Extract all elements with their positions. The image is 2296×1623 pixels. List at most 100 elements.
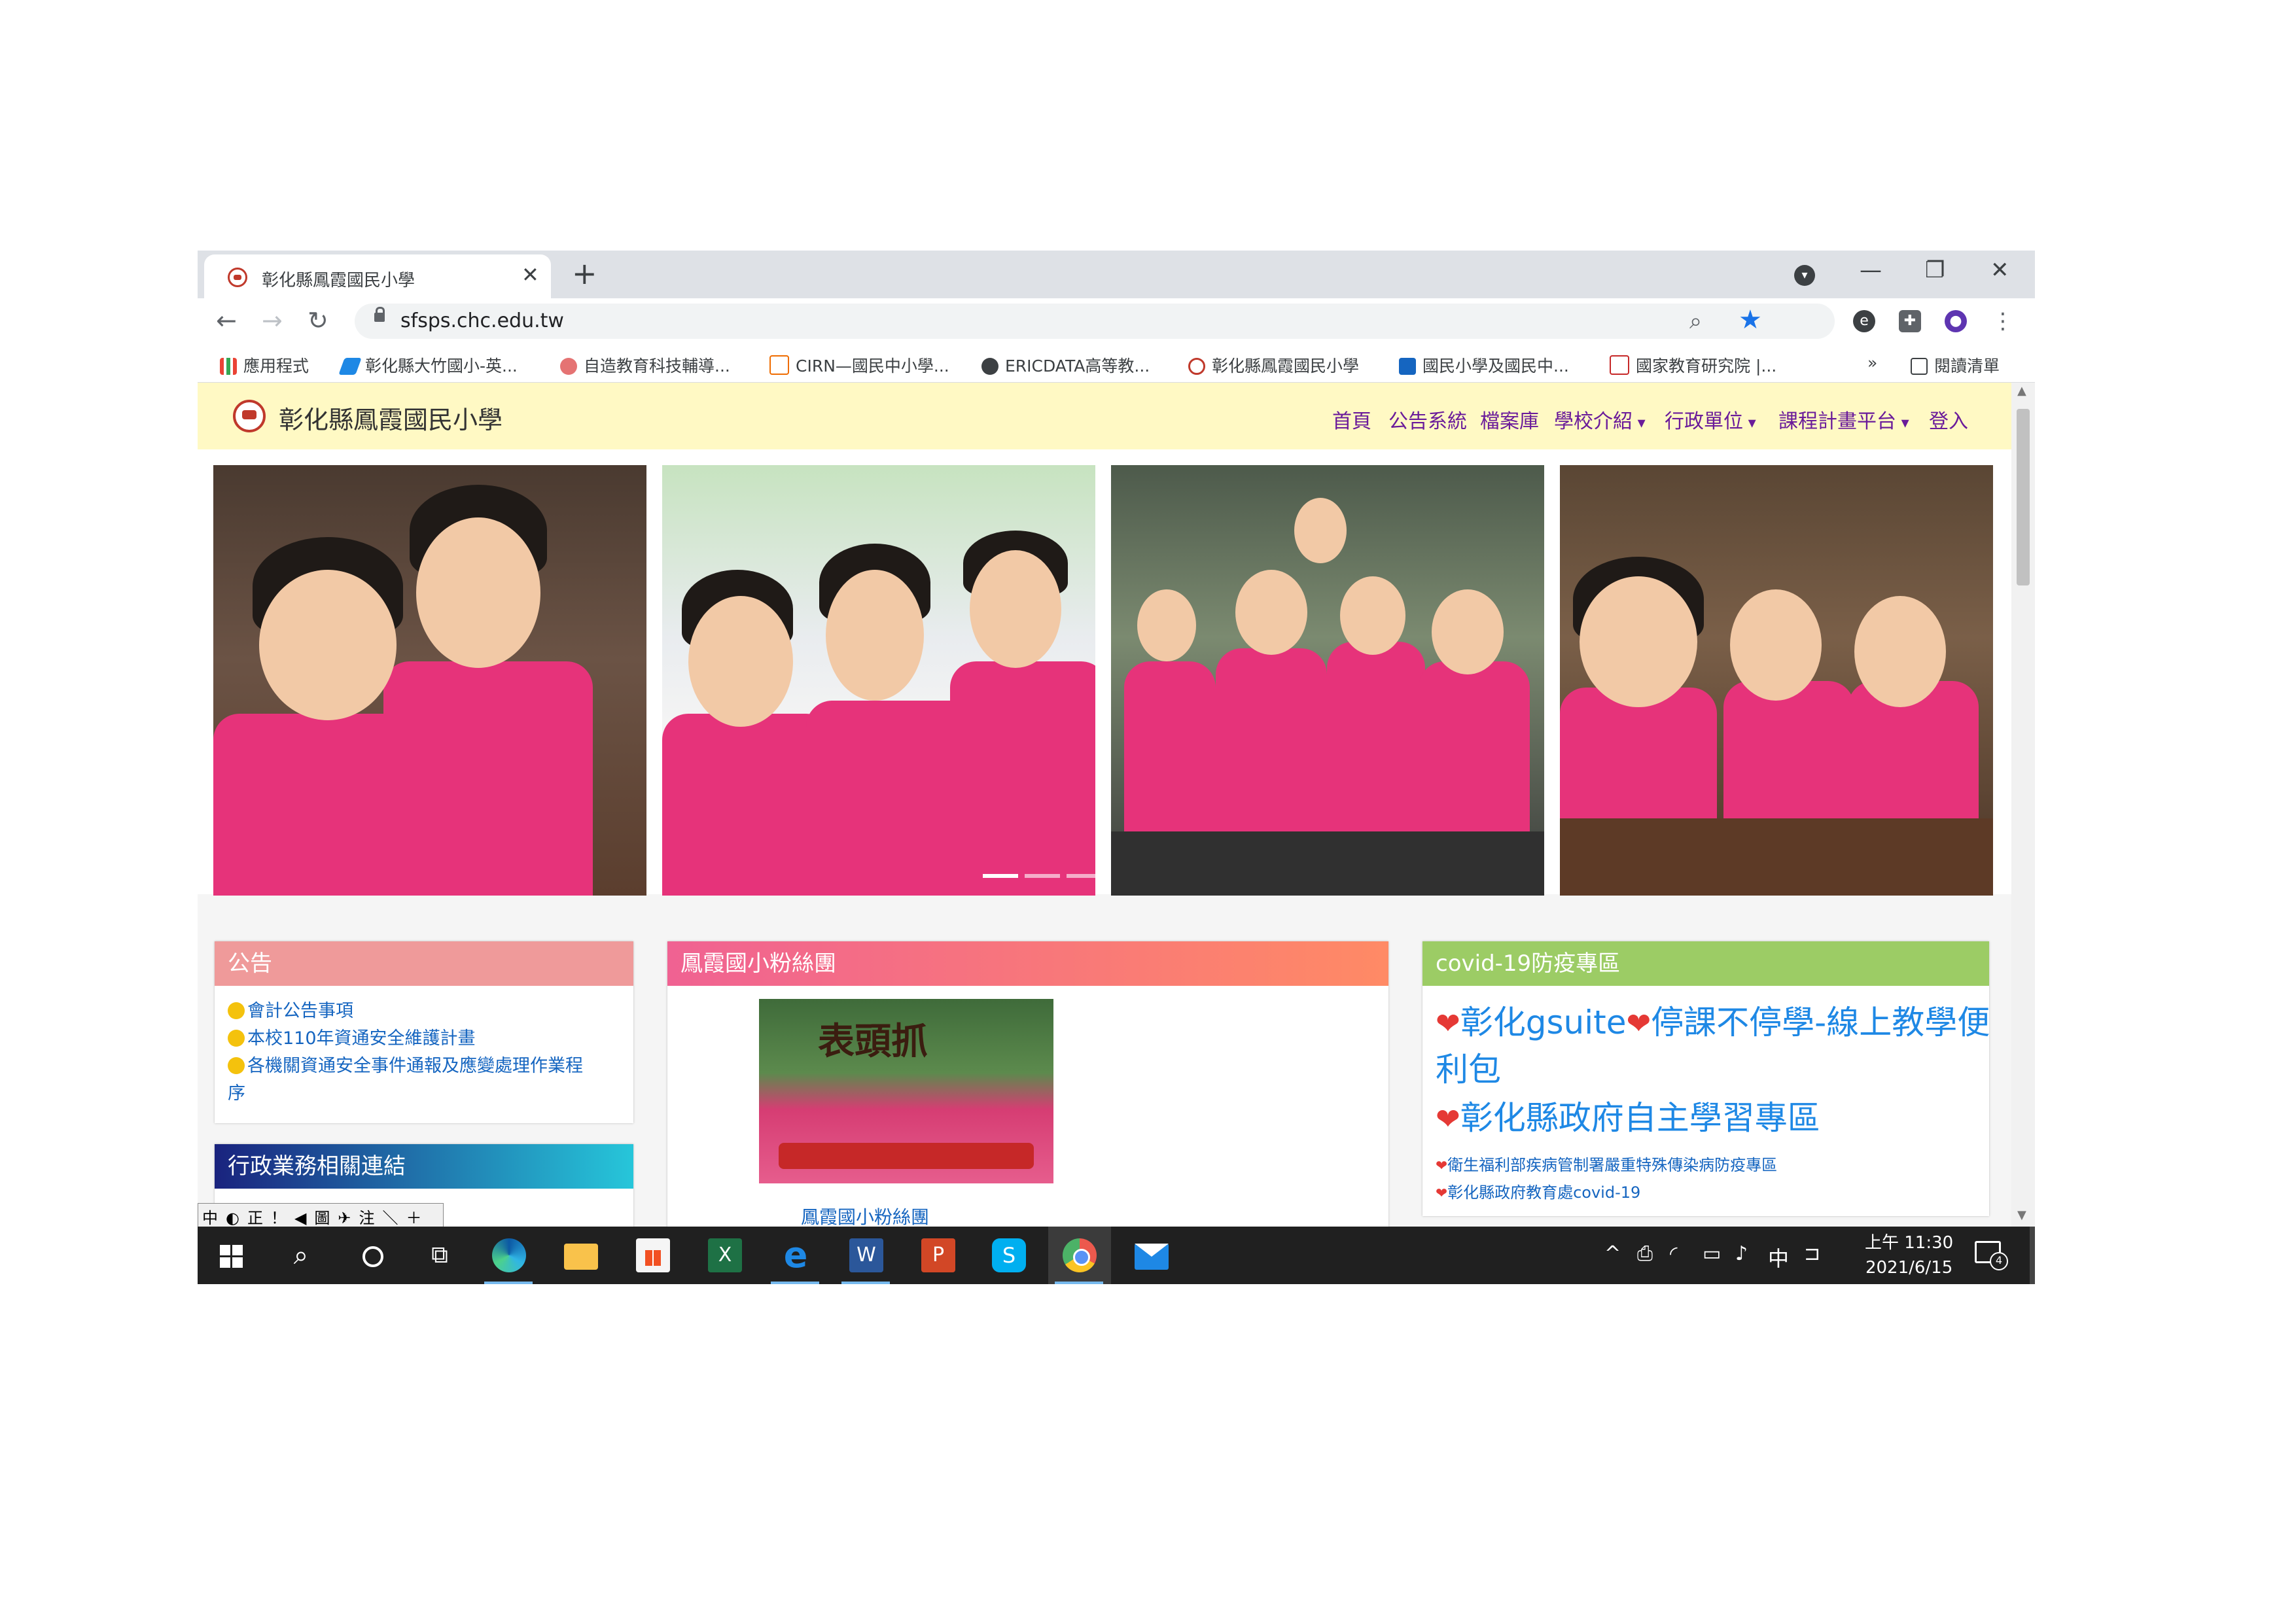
nav-admin-units[interactable]: 行政單位 xyxy=(1665,405,1756,434)
show-desktop-button[interactable] xyxy=(2030,1227,2035,1284)
carousel-indicator[interactable] xyxy=(983,874,1018,878)
input-language-indicator[interactable]: 中 xyxy=(1768,1242,1789,1272)
tab-search-icon[interactable]: ▾ xyxy=(1794,265,1815,286)
bookmark-item[interactable]: CIRN—國民中小學... xyxy=(769,353,949,377)
ime-item[interactable]: ◀ xyxy=(294,1209,306,1227)
bookmark-star-icon[interactable]: ★ xyxy=(1739,305,1762,335)
word-icon[interactable]: W xyxy=(849,1238,883,1272)
store-icon[interactable] xyxy=(636,1238,670,1272)
covid-link-gsuite-continued[interactable]: 利包 xyxy=(1436,1046,1501,1093)
ime-item[interactable]: ✈ xyxy=(338,1209,351,1227)
nav-announcements[interactable]: 公告系統 xyxy=(1388,405,1467,434)
announcement-item-continued[interactable]: 序 xyxy=(228,1080,245,1108)
lock-icon[interactable] xyxy=(374,307,385,322)
page-scrollbar[interactable]: ▲ ▼ xyxy=(2011,383,2035,1227)
mail-icon[interactable] xyxy=(1135,1244,1169,1270)
address-bar[interactable]: sfsps.chc.edu.tw ⌕ ★ xyxy=(355,304,1835,339)
ime-toolbar[interactable]: 中 ◐ 正 ！ ◀ 圖 ✈ 注 ＼ ＋ xyxy=(198,1203,444,1228)
ime-item[interactable]: ！ xyxy=(271,1205,287,1228)
ime-item[interactable]: 圖 xyxy=(314,1205,330,1228)
school-logo-icon[interactable] xyxy=(233,400,266,432)
covid-link-gsuite[interactable]: ❤彰化gsuite❤停課不停學-線上教學便 xyxy=(1436,999,1990,1047)
smiley-icon xyxy=(228,1030,245,1047)
announcement-item[interactable]: 本校110年資通安全維護計畫 xyxy=(228,1025,476,1053)
announcements-title: 公告 xyxy=(215,941,633,986)
announcement-item[interactable]: 會計公告事項 xyxy=(228,998,353,1025)
heart-icon: ❤ xyxy=(1436,1006,1460,1041)
scroll-down-arrow-icon[interactable]: ▼ xyxy=(2017,1208,2026,1222)
url-text[interactable]: sfsps.chc.edu.tw xyxy=(400,309,564,332)
covid-link-education-bureau[interactable]: ❤彰化縣政府教育處covid-19 xyxy=(1436,1179,1640,1202)
show-hidden-icons-icon[interactable]: ^ xyxy=(1604,1242,1621,1265)
bookmark-item[interactable]: 自造教育科技輔導... xyxy=(560,353,730,377)
tab-close-icon[interactable]: ✕ xyxy=(521,262,539,287)
forward-button[interactable]: → xyxy=(262,306,283,335)
carousel-indicator[interactable] xyxy=(1025,874,1060,878)
nav-curriculum-platform[interactable]: 課程計畫平台 xyxy=(1778,405,1909,434)
scroll-up-arrow-icon[interactable]: ▲ xyxy=(2017,384,2026,398)
nav-file-library[interactable]: 檔案庫 xyxy=(1480,405,1539,434)
search-icon[interactable]: ⌕ xyxy=(284,1238,318,1272)
minimize-button[interactable]: — xyxy=(1860,257,1882,283)
running-indicator xyxy=(484,1282,533,1284)
bookmark-item[interactable]: ERICDATA高等教... xyxy=(981,353,1150,377)
ime-item[interactable]: ＋ xyxy=(406,1205,422,1228)
windows-start-icon[interactable] xyxy=(215,1238,249,1272)
excel-icon[interactable]: X xyxy=(708,1238,742,1272)
bookmark-item[interactable]: 彰化縣鳳霞國民小學 xyxy=(1188,353,1359,377)
bookmark-item[interactable]: 國家教育研究院 |... xyxy=(1610,353,1776,377)
nav-home[interactable]: 首頁 xyxy=(1332,405,1371,434)
covid-link-self-learning[interactable]: ❤彰化縣政府自主學習專區 xyxy=(1436,1094,1820,1143)
ime-mode-icon[interactable]: ⊐ xyxy=(1804,1242,1820,1265)
extension-icon[interactable]: e xyxy=(1853,310,1875,332)
ime-item[interactable]: ◐ xyxy=(226,1209,239,1227)
notification-center-icon[interactable]: 4 xyxy=(1975,1241,2008,1270)
battery-icon[interactable]: ▭ xyxy=(1703,1242,1721,1265)
close-window-button[interactable]: ✕ xyxy=(1990,257,2009,283)
scrollbar-thumb[interactable] xyxy=(2017,409,2030,585)
edge-icon[interactable] xyxy=(492,1238,526,1272)
bookmark-apps[interactable]: 應用程式 xyxy=(220,353,309,377)
new-tab-button[interactable]: + xyxy=(572,256,597,291)
fans-title: 鳳霞國小粉絲團 xyxy=(667,941,1388,986)
zoom-icon[interactable]: ⌕ xyxy=(1689,308,1702,334)
browser-tab[interactable]: 彰化縣鳳霞國民小學 ✕ xyxy=(204,254,551,298)
active-app-highlight xyxy=(1048,1227,1111,1284)
fans-link[interactable]: 鳳霞國小粉絲團 xyxy=(801,1203,929,1227)
powerpoint-icon[interactable]: P xyxy=(921,1238,955,1272)
cortana-icon[interactable] xyxy=(355,1238,389,1272)
windows-taskbar: ⌕ ⧉ X e W P S ^ ⎙ ◜ ▭ ♪ 中 ⊐ 上午 11:30 202… xyxy=(198,1227,2035,1284)
reading-list-button[interactable]: 閱讀清單 xyxy=(1911,353,2000,377)
announcements-card: 公告 會計公告事項 本校110年資通安全維護計畫 各機關資通安全事件通報及應變處… xyxy=(215,941,633,1123)
avatar-icon[interactable]: ● xyxy=(1945,310,1967,332)
ime-item[interactable]: ＼ xyxy=(383,1205,398,1228)
more-menu-icon[interactable]: ⋮ xyxy=(1992,310,2014,332)
system-clock[interactable]: 上午 11:30 2021/6/15 xyxy=(1865,1230,1953,1280)
volume-icon[interactable]: ♪ xyxy=(1735,1242,1748,1265)
internet-explorer-icon[interactable]: e xyxy=(779,1238,813,1273)
puzzle-icon[interactable]: ✚ xyxy=(1899,310,1921,332)
ime-item[interactable]: 注 xyxy=(359,1205,375,1228)
bookmarks-overflow-button[interactable]: » xyxy=(1867,353,1877,372)
nav-school-intro[interactable]: 學校介紹 xyxy=(1554,405,1646,434)
carousel-indicators[interactable] xyxy=(983,868,1108,881)
ime-item[interactable]: 正 xyxy=(247,1205,263,1228)
restore-button[interactable]: ❐ xyxy=(1925,257,1945,283)
bookmark-item[interactable]: 國民小學及國民中... xyxy=(1399,353,1569,377)
announcement-item[interactable]: 各機關資通安全事件通報及應變處理作業程 xyxy=(228,1053,583,1080)
file-explorer-icon[interactable] xyxy=(564,1244,598,1270)
photo-carousel[interactable] xyxy=(198,449,2011,896)
bookmark-item[interactable]: 彰化縣大竹國小-英... xyxy=(338,353,518,377)
carousel-indicator[interactable] xyxy=(1067,874,1102,878)
wifi-icon[interactable]: ◜ xyxy=(1670,1242,1678,1265)
back-button[interactable]: ← xyxy=(216,306,237,335)
meet-now-icon[interactable]: ⎙ xyxy=(1637,1242,1653,1265)
site-name[interactable]: 彰化縣鳳霞國民小學 xyxy=(279,400,503,436)
nav-login[interactable]: 登入 xyxy=(1929,405,1968,434)
fans-group-photo[interactable]: 表頭抓 xyxy=(759,999,1053,1183)
ime-item[interactable]: 中 xyxy=(202,1205,218,1228)
skype-icon[interactable]: S xyxy=(992,1238,1026,1272)
covid-link-cdc[interactable]: ❤衛生福利部疾病管制署嚴重特殊傳染病防疫專區 xyxy=(1436,1152,1777,1175)
task-view-icon[interactable]: ⧉ xyxy=(423,1238,457,1272)
reload-button[interactable]: ↻ xyxy=(308,306,328,335)
